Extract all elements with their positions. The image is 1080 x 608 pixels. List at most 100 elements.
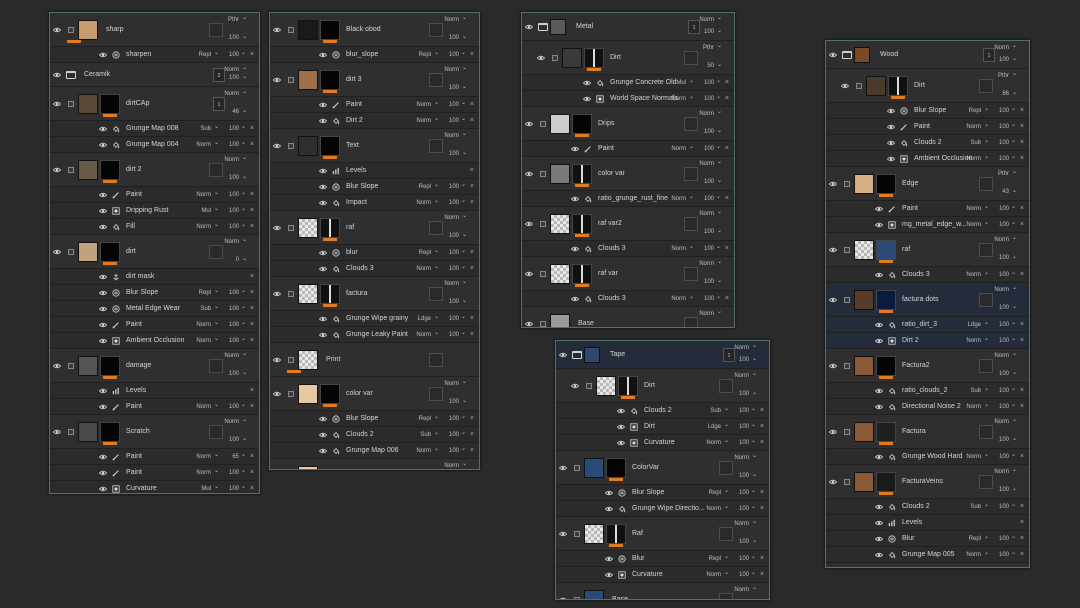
layer-flag-box[interactable] — [684, 50, 698, 65]
opacity-value[interactable]: 100 — [704, 295, 714, 303]
blend-mode-select[interactable]: Ldge — [708, 423, 721, 431]
visibility-eye-icon[interactable] — [524, 320, 534, 328]
visibility-eye-icon[interactable] — [828, 362, 838, 370]
opacity-value[interactable]: 100 — [704, 145, 714, 153]
opacity-value[interactable]: 100 — [449, 232, 459, 240]
opacity-value[interactable]: 100 — [449, 101, 459, 109]
close-icon[interactable]: × — [1020, 550, 1024, 559]
opacity-value[interactable]: 100 — [999, 107, 1009, 115]
blend-mode-select[interactable]: Norm — [444, 380, 459, 388]
visibility-eye-icon[interactable] — [616, 439, 626, 447]
opacity-value[interactable]: 100 — [449, 315, 459, 323]
close-icon[interactable]: × — [470, 314, 474, 323]
opacity-value[interactable]: 100 — [229, 74, 239, 82]
opacity-value[interactable]: 100 — [229, 191, 239, 199]
layer-mask-thumbnail[interactable] — [100, 421, 120, 442]
effect-row[interactable]: blur_slope Repl ⌄ 100 ⌄ × — [270, 47, 479, 63]
close-icon[interactable]: × — [470, 414, 474, 423]
layer-row[interactable]: Edge Pthr ⌄ 43 ⌄ — [826, 167, 1029, 201]
opacity-value[interactable]: 100 — [449, 117, 459, 125]
layer-thumbnail[interactable] — [550, 313, 570, 327]
opacity-value[interactable]: 100 — [999, 254, 1009, 262]
layer-mask-thumbnail[interactable] — [572, 113, 592, 134]
layer-row[interactable]: raf var2 Norm ⌄ 100 ⌄ — [522, 207, 734, 241]
opacity-value[interactable]: 100 — [449, 265, 459, 273]
layer-thumbnail[interactable] — [866, 75, 886, 96]
close-icon[interactable]: × — [470, 166, 474, 175]
close-icon[interactable]: × — [1020, 386, 1024, 395]
visibility-eye-icon[interactable] — [828, 51, 838, 59]
close-icon[interactable]: × — [250, 402, 254, 411]
blend-mode-select[interactable]: Sub — [420, 431, 431, 439]
opacity-value[interactable]: 100 — [704, 178, 714, 186]
blend-mode-select[interactable]: Norm — [994, 468, 1009, 476]
layer-row[interactable]: Raf Norm ⌄ 100 ⌄ — [556, 517, 769, 551]
visibility-eye-icon[interactable] — [874, 321, 884, 329]
blend-mode-select[interactable]: Sub — [200, 305, 211, 313]
opacity-value[interactable]: 100 — [704, 195, 714, 203]
blend-mode-select[interactable]: Norm — [671, 195, 686, 203]
close-icon[interactable]: × — [250, 320, 254, 329]
effect-row[interactable]: Paint Norm ⌄ 100 ⌄ × — [522, 141, 734, 157]
effect-row[interactable]: Metal Edge Wear Sub ⌄ 100 ⌄ × — [50, 301, 259, 317]
opacity-value[interactable]: 100 — [229, 485, 239, 493]
close-icon[interactable]: × — [1020, 220, 1024, 229]
layer-flag-box[interactable] — [719, 378, 733, 393]
visibility-eye-icon[interactable] — [886, 139, 896, 147]
layer-thumbnail[interactable] — [78, 159, 98, 180]
blend-mode-select[interactable]: Norm — [416, 331, 431, 339]
layer-row[interactable]: Factura2 Norm ⌄ 100 ⌄ — [826, 349, 1029, 383]
layer-flag-box[interactable] — [979, 424, 993, 439]
layer-mask-thumbnail[interactable] — [320, 383, 340, 404]
close-icon[interactable]: × — [250, 336, 254, 345]
blend-mode-select[interactable]: Norm — [416, 447, 431, 455]
layer-mask-thumbnail[interactable] — [618, 375, 638, 396]
blend-mode-select[interactable]: Norm — [994, 44, 1009, 52]
effect-row[interactable]: Paint Norm ⌄ 100 ⌄ × — [50, 187, 259, 203]
blend-mode-select[interactable]: Sub — [970, 503, 981, 511]
blend-mode-select[interactable]: Norm — [196, 321, 211, 329]
effect-row[interactable]: Clouds 3 Norm ⌄ 100 ⌄ × — [522, 291, 734, 307]
opacity-value[interactable]: 100 — [229, 125, 239, 133]
layer-thumbnail[interactable] — [298, 349, 318, 370]
visibility-eye-icon[interactable] — [558, 464, 568, 472]
effect-row[interactable]: Clouds 3 Norm ⌄ 100 ⌄ × — [826, 267, 1029, 283]
opacity-value[interactable]: 100 — [449, 249, 459, 257]
layer-thumbnail[interactable] — [562, 47, 582, 68]
effect-row[interactable]: Clouds 2 Sub ⌄ 100 ⌄ × — [826, 499, 1029, 515]
close-icon[interactable]: × — [470, 182, 474, 191]
blend-mode-select[interactable]: Repl — [419, 415, 431, 423]
opacity-value[interactable]: 100 — [449, 183, 459, 191]
close-icon[interactable]: × — [760, 406, 764, 415]
visibility-eye-icon[interactable] — [536, 54, 546, 62]
blend-mode-select[interactable]: Norm — [734, 454, 749, 462]
effect-row[interactable]: Paint Norm ⌄ 100 ⌄ × — [826, 119, 1029, 135]
visibility-eye-icon[interactable] — [98, 337, 108, 345]
blend-mode-select[interactable]: Norm — [224, 418, 239, 426]
layer-row[interactable]: Black obod Norm ⌄ 100 ⌄ — [270, 13, 479, 47]
group-row[interactable]: Metal 1 Norm ⌄ 100 ⌄ — [522, 13, 734, 41]
effect-row[interactable]: Grunge Wipe Directio... Norm ⌄ 100 ⌄ × — [556, 501, 769, 517]
blend-mode-select[interactable]: Norm — [699, 16, 714, 24]
layer-flag-box[interactable] — [209, 244, 223, 259]
blend-mode-select[interactable]: Pthr — [998, 170, 1009, 178]
visibility-eye-icon[interactable] — [874, 551, 884, 559]
close-icon[interactable]: × — [1020, 452, 1024, 461]
blend-mode-select[interactable]: Pthr — [703, 44, 714, 52]
layer-flag-box[interactable] — [979, 358, 993, 373]
close-icon[interactable]: × — [725, 244, 729, 253]
visibility-eye-icon[interactable] — [98, 485, 108, 493]
layer-thumbnail[interactable] — [550, 263, 570, 284]
visibility-eye-icon[interactable] — [828, 296, 838, 304]
effect-row[interactable]: Dirt 2 Norm ⌄ 100 ⌄ × — [826, 333, 1029, 349]
opacity-value[interactable]: 100 — [739, 489, 749, 497]
effect-row[interactable]: Levels × — [270, 163, 479, 179]
close-icon[interactable]: × — [1020, 106, 1024, 115]
effect-row[interactable]: Curvature Norm ⌄ 100 ⌄ × — [556, 567, 769, 583]
layer-thumbnail[interactable] — [298, 69, 318, 90]
effect-row[interactable]: Impact Norm ⌄ 100 ⌄ × — [270, 195, 479, 211]
effect-row[interactable]: mg_metal_edge_w... Norm ⌄ 100 ⌄ × — [826, 217, 1029, 233]
effect-row[interactable]: Clouds 3 Norm ⌄ 100 ⌄ × — [270, 261, 479, 277]
layer-thumbnail[interactable] — [550, 113, 570, 134]
close-icon[interactable]: × — [470, 50, 474, 59]
